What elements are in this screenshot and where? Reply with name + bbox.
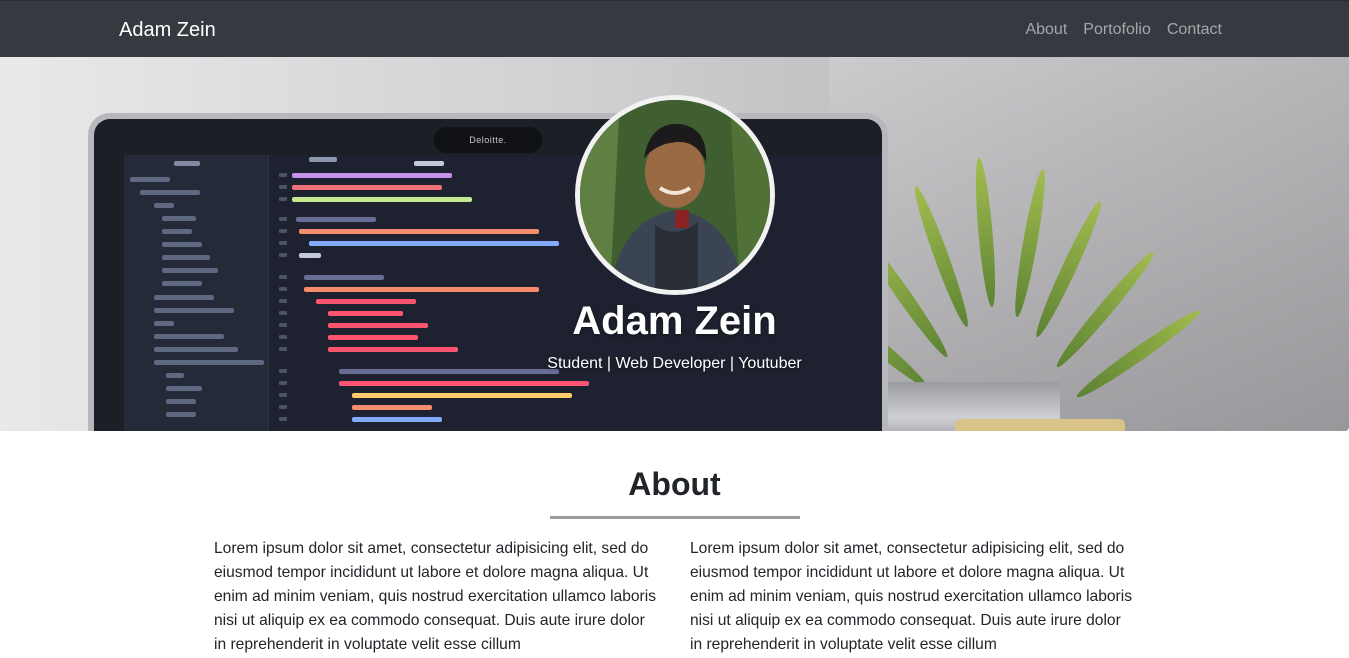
- about-title: About: [628, 466, 721, 502]
- code-file-tree: [124, 155, 269, 431]
- nav-link-about[interactable]: About: [1025, 19, 1067, 41]
- about-paragraph-left: Lorem ipsum dolor sit amet, consectetur …: [214, 540, 657, 653]
- hero-subtitle: Student | Web Developer | Youtuber: [547, 355, 802, 372]
- nav-links: About Portofolio Contact: [1025, 19, 1222, 41]
- profile-avatar: [575, 95, 775, 295]
- hero-jumbotron: Deloitte. Adam Zein Student | Web Develo…: [0, 57, 1349, 431]
- navbar: Adam Zein About Portofolio Contact: [0, 0, 1349, 57]
- hero-name: Adam Zein: [572, 299, 777, 343]
- about-divider: [550, 516, 800, 519]
- laptop-camera-label: Deloitte.: [434, 127, 542, 153]
- navbar-brand[interactable]: Adam Zein: [119, 17, 216, 43]
- nav-link-contact[interactable]: Contact: [1167, 19, 1222, 41]
- about-paragraph-right: Lorem ipsum dolor sit amet, consectetur …: [690, 540, 1133, 653]
- nav-link-portofolio[interactable]: Portofolio: [1083, 19, 1151, 41]
- profile-photo: [580, 100, 770, 290]
